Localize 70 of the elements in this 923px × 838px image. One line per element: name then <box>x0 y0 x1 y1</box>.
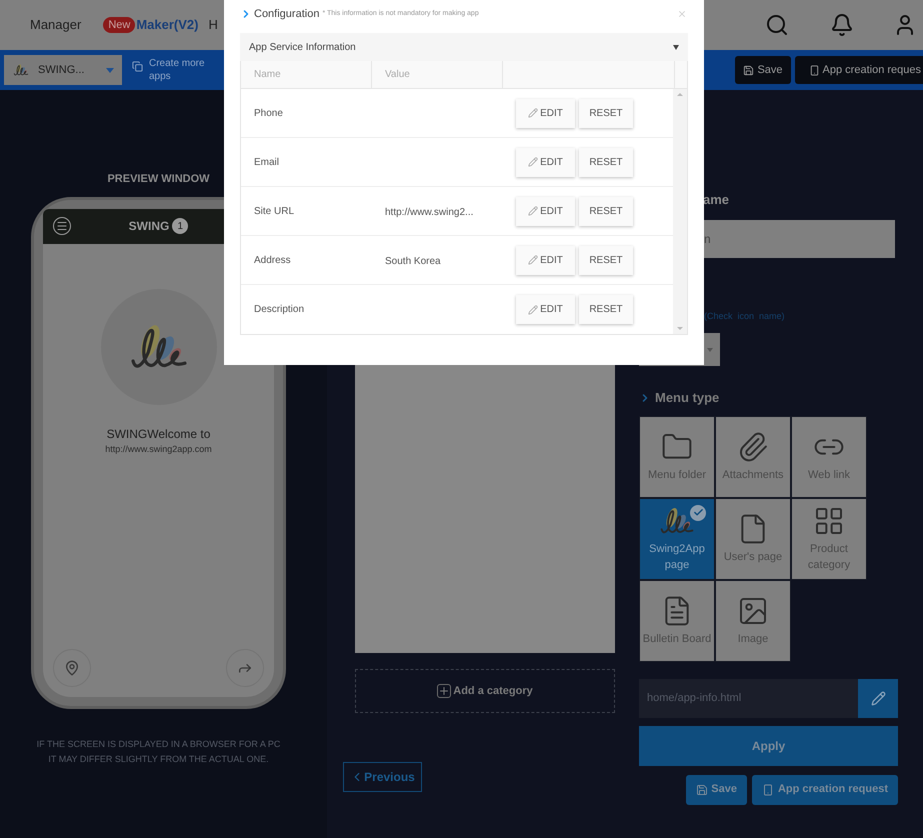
check-badge <box>690 504 706 520</box>
section-header[interactable]: App Service Information <box>240 33 688 61</box>
path-field[interactable]: home/app-info.html <box>639 678 858 718</box>
nav-link[interactable]: Manager <box>30 15 82 35</box>
reset-button[interactable]: RESET <box>579 98 633 128</box>
pencil-icon <box>528 157 538 167</box>
dialog-title: Configuration <box>254 6 320 22</box>
reset-button[interactable]: RESET <box>579 246 633 274</box>
table-cell-text: Phone <box>253 106 284 120</box>
count-badge: 1 <box>172 218 188 234</box>
phone-icon <box>808 64 820 76</box>
table-cell-text: Address <box>253 254 292 268</box>
preview-title: PREVIEW WINDOW <box>107 172 210 187</box>
copy-icon <box>132 61 143 72</box>
paperclip-icon <box>737 430 769 462</box>
reset-button[interactable]: RESET <box>579 196 633 226</box>
pin-icon <box>64 660 80 676</box>
location-button[interactable] <box>53 648 91 686</box>
name-heading: ame <box>703 191 730 209</box>
table-cell: South Korea <box>385 256 441 267</box>
new-badge: New <box>103 16 136 34</box>
app-title: SWING <box>128 218 170 235</box>
plus-icon <box>437 684 452 698</box>
reset-button[interactable]: RESET <box>579 295 633 324</box>
menu-icon[interactable] <box>53 217 71 235</box>
icon-name-hint: (Check icon name) <box>704 310 786 323</box>
app-creation-request-button[interactable]: App creation reques <box>794 56 923 84</box>
browser-note: IT MAY DIFFER SLIGHTLY FROM THE ACTUAL ONE. <box>48 752 269 766</box>
pencil-icon <box>528 255 538 265</box>
pencil-icon <box>528 108 538 118</box>
browser-note: IF THE SCREEN IS DISPLAYED IN A BROWSER FOR A PC <box>36 738 280 750</box>
save-button[interactable]: Save <box>735 56 791 84</box>
phone-icon <box>762 784 774 796</box>
url-text: http://www.swing2app.com <box>105 442 212 456</box>
column-header: Value <box>372 61 503 88</box>
table-cell-text: Email <box>253 156 280 170</box>
edit-path-button[interactable] <box>858 678 898 718</box>
edit-button[interactable]: EDIT <box>516 196 575 226</box>
welcome-text: SWINGWelcome to <box>106 426 210 442</box>
floppy-icon <box>696 784 708 796</box>
create-apps-link[interactable]: Create more apps <box>132 57 212 83</box>
edit-button[interactable]: EDIT <box>516 98 575 128</box>
nav-link[interactable]: New Maker(V2) <box>103 15 198 35</box>
edit-button[interactable]: EDIT <box>516 246 575 274</box>
table-cell: http://www.swing2... <box>385 207 474 218</box>
pencil-icon <box>870 690 886 706</box>
column-header: Name <box>241 61 372 88</box>
apply-button[interactable]: Apply <box>639 726 898 766</box>
edit-button[interactable]: EDIT <box>516 148 575 176</box>
app-creation-request-button[interactable]: App creation request <box>752 774 898 804</box>
table-cell-text: Site URL <box>253 204 296 218</box>
previous-button[interactable]: Previous <box>343 762 422 792</box>
table-cell-text: Description <box>253 303 306 317</box>
caret-icon <box>106 68 114 72</box>
menu-type-tile[interactable]: Swing2App page <box>639 498 715 580</box>
bell-icon[interactable] <box>830 13 854 37</box>
share-button[interactable] <box>226 648 264 686</box>
edit-button[interactable]: EDIT <box>516 295 575 324</box>
app-select[interactable]: SWING... <box>4 55 122 85</box>
floppy-icon <box>743 64 754 76</box>
nav-link[interactable]: H <box>208 15 218 35</box>
menu-type-title: Menu type <box>655 389 720 407</box>
save-button[interactable]: Save <box>686 774 747 804</box>
scrollbar[interactable] <box>673 89 687 334</box>
pencil-icon <box>528 206 538 216</box>
search-icon[interactable] <box>765 13 789 37</box>
reset-button[interactable]: RESET <box>579 148 633 176</box>
pencil-icon <box>528 304 538 314</box>
add-category-button[interactable]: Add a category <box>355 669 615 713</box>
signature-logo-icon <box>12 63 30 77</box>
